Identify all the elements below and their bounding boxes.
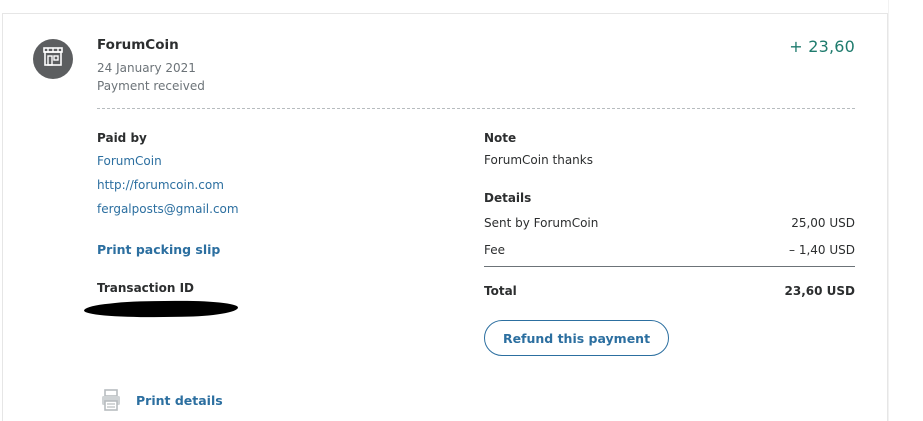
- transaction-date: 24 January 2021: [97, 61, 196, 75]
- details-label: Details: [484, 191, 532, 205]
- refund-button[interactable]: Refund this payment: [484, 320, 669, 356]
- total-value: 23,60 USD: [784, 284, 855, 298]
- merchant-avatar: [33, 39, 73, 79]
- dashed-divider: [97, 108, 855, 109]
- transaction-amount: + 23,60: [789, 37, 855, 56]
- details-row-label: Fee: [484, 243, 506, 257]
- payer-website-link[interactable]: http://forumcoin.com: [97, 178, 224, 192]
- note-label: Note: [484, 131, 517, 145]
- transaction-status: Payment received: [97, 79, 205, 93]
- note-text: ForumCoin thanks: [484, 153, 593, 167]
- merchant-name: ForumCoin: [97, 37, 179, 53]
- store-icon: [42, 46, 64, 72]
- total-row: Total 23,60 USD: [484, 284, 855, 298]
- details-row-value: 25,00 USD: [791, 216, 855, 230]
- paid-by-label: Paid by: [97, 131, 147, 145]
- printer-icon[interactable]: [101, 389, 121, 411]
- transaction-id-label: Transaction ID: [97, 281, 195, 295]
- print-packing-slip-link[interactable]: Print packing slip: [97, 242, 220, 257]
- payer-email-link[interactable]: fergalposts@gmail.com: [97, 202, 239, 216]
- details-row: Sent by ForumCoin 25,00 USD: [484, 216, 855, 230]
- details-row-value: – 1,40 USD: [789, 243, 855, 257]
- total-label: Total: [484, 284, 517, 298]
- details-row: Fee – 1,40 USD: [484, 243, 855, 257]
- print-details-link[interactable]: Print details: [136, 393, 223, 408]
- page-edge: [888, 0, 923, 421]
- payer-name-link[interactable]: ForumCoin: [97, 154, 162, 168]
- total-divider: [484, 266, 855, 267]
- details-row-label: Sent by ForumCoin: [484, 216, 599, 230]
